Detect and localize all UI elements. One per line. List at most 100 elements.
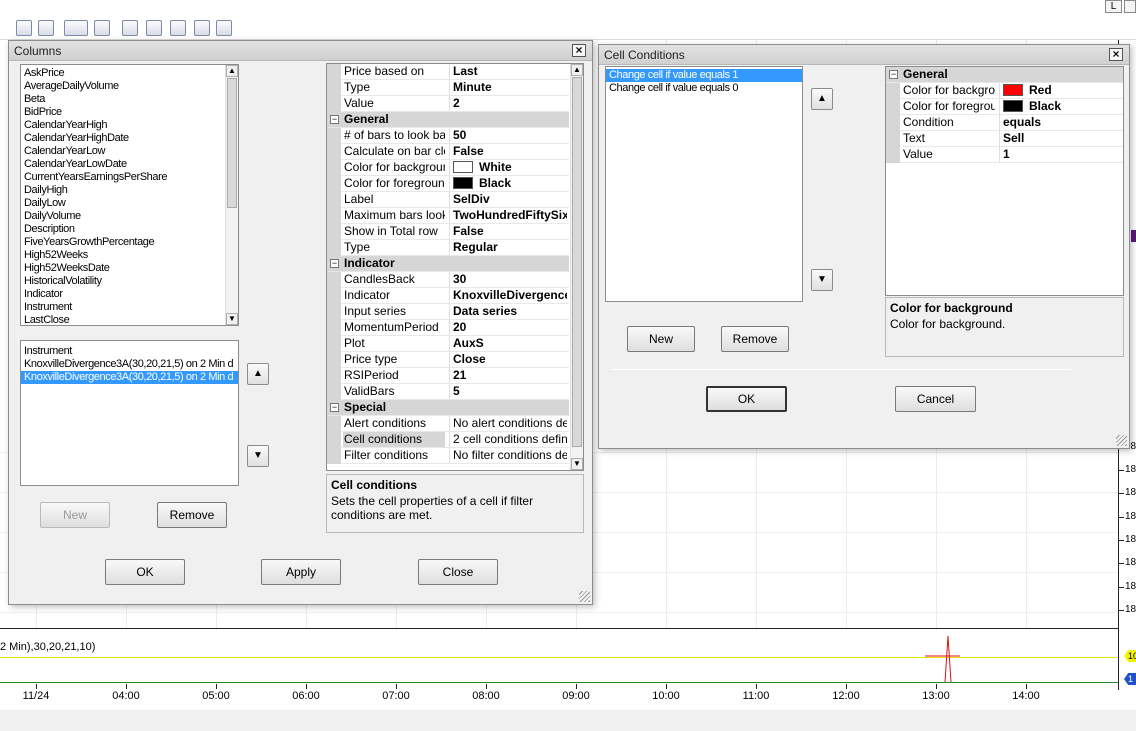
list-item[interactable]: High52WeeksDate: [21, 262, 226, 275]
property-value[interactable]: Last: [449, 64, 567, 79]
property-row[interactable]: RSIPeriod 21: [327, 368, 569, 384]
move-down-button[interactable]: ▼: [247, 445, 269, 467]
property-value[interactable]: No alert conditions defined: [449, 416, 567, 431]
property-row[interactable]: Value 1: [886, 147, 1123, 163]
property-value[interactable]: 21: [449, 368, 567, 383]
property-row[interactable]: Value 2: [327, 96, 569, 112]
list-item[interactable]: CalendarYearHighDate: [21, 132, 226, 145]
property-row[interactable]: Price based on Last: [327, 64, 569, 80]
scroll-up-icon[interactable]: ▲: [226, 65, 238, 77]
property-value[interactable]: No filter conditions defined: [449, 448, 567, 463]
property-grid-scrollbar[interactable]: ▲ ▼: [570, 64, 583, 470]
zoom-icon[interactable]: [94, 20, 110, 36]
columns-dialog-titlebar[interactable]: Columns ×: [9, 41, 592, 61]
property-row[interactable]: Plot AuxS: [327, 336, 569, 352]
property-value[interactable]: Regular: [449, 240, 567, 255]
close-icon[interactable]: ×: [572, 44, 586, 57]
ok-button[interactable]: OK: [105, 559, 185, 585]
property-category[interactable]: − General: [886, 67, 1123, 83]
property-value[interactable]: 5: [449, 384, 567, 399]
property-row[interactable]: ValidBars 5: [327, 384, 569, 400]
selected-columns-list[interactable]: Instrument KnoxvilleDivergence3A(30,20,21…: [20, 340, 239, 486]
available-columns-scrollbar[interactable]: ▲ ▼: [225, 65, 238, 325]
property-value[interactable]: Close: [449, 352, 567, 367]
property-row[interactable]: # of bars to look back 50: [327, 128, 569, 144]
property-value[interactable]: White: [449, 160, 567, 175]
list-item[interactable]: DailyHigh: [21, 184, 226, 197]
bar-chart-icon[interactable]: [122, 20, 138, 36]
property-row[interactable]: Indicator KnoxvilleDivergence: [327, 288, 569, 304]
ok-button[interactable]: OK: [706, 386, 787, 412]
list-item[interactable]: Change cell if value equals 0: [606, 82, 802, 95]
remove-column-button[interactable]: Remove: [157, 502, 227, 528]
edit-icon[interactable]: [38, 20, 54, 36]
list-item[interactable]: CurrentYearsEarningsPerShare: [21, 171, 226, 184]
property-value[interactable]: 2: [449, 96, 567, 111]
property-category[interactable]: − Special: [327, 400, 569, 416]
list-item[interactable]: HistoricalVolatility: [21, 275, 226, 288]
cell-conditions-titlebar[interactable]: Cell Conditions ×: [599, 45, 1129, 65]
collapse-icon[interactable]: −: [330, 403, 339, 412]
property-value[interactable]: SelDiv: [449, 192, 567, 207]
scroll-thumb[interactable]: [572, 77, 582, 447]
property-value[interactable]: KnoxvilleDivergence: [449, 288, 567, 303]
property-category[interactable]: − General: [327, 112, 569, 128]
property-value[interactable]: TwoHundredFiftySix: [449, 208, 567, 223]
property-row[interactable]: Color for background Red: [886, 83, 1123, 99]
property-row[interactable]: Show in Total row False: [327, 224, 569, 240]
property-value[interactable]: 1: [999, 147, 1119, 162]
property-row[interactable]: Type Minute: [327, 80, 569, 96]
scroll-down-icon[interactable]: ▼: [571, 458, 583, 470]
property-value[interactable]: AuxS: [449, 336, 567, 351]
list-item[interactable]: DailyVolume: [21, 210, 226, 223]
list-item[interactable]: Beta: [21, 93, 226, 106]
property-value[interactable]: equals: [999, 115, 1119, 130]
resize-grip-icon[interactable]: [579, 591, 590, 602]
property-value[interactable]: False: [449, 224, 567, 239]
scroll-down-icon[interactable]: ▼: [226, 313, 238, 325]
property-value[interactable]: 30: [449, 272, 567, 287]
time-axis[interactable]: 11/24 04:00 05:00 06:00 07:00 08:00 09:00 10:00…: [0, 684, 1118, 710]
list-item[interactable]: FiveYearsGrowthPercentage: [21, 236, 226, 249]
property-row[interactable]: Color for foreground Black: [327, 176, 569, 192]
list-item[interactable]: Change cell if value equals 1: [606, 69, 802, 82]
apply-button[interactable]: Apply: [261, 559, 341, 585]
list-item[interactable]: CalendarYearLowDate: [21, 158, 226, 171]
move-up-button[interactable]: ▲: [247, 363, 269, 385]
property-row[interactable]: Text Sell: [886, 131, 1123, 147]
property-row[interactable]: Cell conditions 2 cell conditions defined: [327, 432, 569, 448]
resize-grip-icon[interactable]: [1116, 435, 1127, 446]
property-row[interactable]: Type Regular: [327, 240, 569, 256]
property-value[interactable]: Minute: [449, 80, 567, 95]
property-row[interactable]: Label SelDiv: [327, 192, 569, 208]
property-row[interactable]: Condition equals: [886, 115, 1123, 131]
property-value[interactable]: 50: [449, 128, 567, 143]
layout-button[interactable]: L: [1105, 0, 1122, 13]
property-value[interactable]: Black: [449, 176, 567, 191]
list-item[interactable]: LastClose: [21, 314, 226, 325]
add-icon[interactable]: [16, 20, 32, 36]
close-button[interactable]: Close: [418, 559, 498, 585]
indicator-panel[interactable]: 2 Min),30,20,21,10): [0, 628, 1118, 683]
collapse-icon[interactable]: −: [889, 70, 898, 79]
collapse-icon[interactable]: −: [330, 115, 339, 124]
list-item[interactable]: BidPrice: [21, 106, 226, 119]
list-item[interactable]: Description: [21, 223, 226, 236]
scroll-thumb[interactable]: [227, 78, 237, 208]
list-item[interactable]: KnoxvilleDivergence3A(30,20,21,5) on 2 M…: [21, 371, 238, 384]
property-row[interactable]: Filter conditions No filter conditions de…: [327, 448, 569, 464]
property-row[interactable]: Color for background White: [327, 160, 569, 176]
property-row[interactable]: CandlesBack 30: [327, 272, 569, 288]
list-item[interactable]: KnoxvilleDivergence3A(30,20,21,5) on 2 M…: [21, 358, 238, 371]
properties-icon[interactable]: [216, 20, 232, 36]
property-row[interactable]: Input series Data series: [327, 304, 569, 320]
property-value[interactable]: 20: [449, 320, 567, 335]
property-value[interactable]: False: [449, 144, 567, 159]
remove-condition-button[interactable]: Remove: [721, 326, 789, 352]
list-item[interactable]: AskPrice: [21, 67, 226, 80]
property-row[interactable]: Price type Close: [327, 352, 569, 368]
line-chart-icon[interactable]: [170, 20, 186, 36]
list-item[interactable]: CalendarYearLow: [21, 145, 226, 158]
conditions-list[interactable]: Change cell if value equals 1 Change cell…: [605, 66, 803, 302]
available-columns-list[interactable]: AskPrice AverageDailyVolume Beta BidPrice Ca…: [20, 64, 239, 326]
